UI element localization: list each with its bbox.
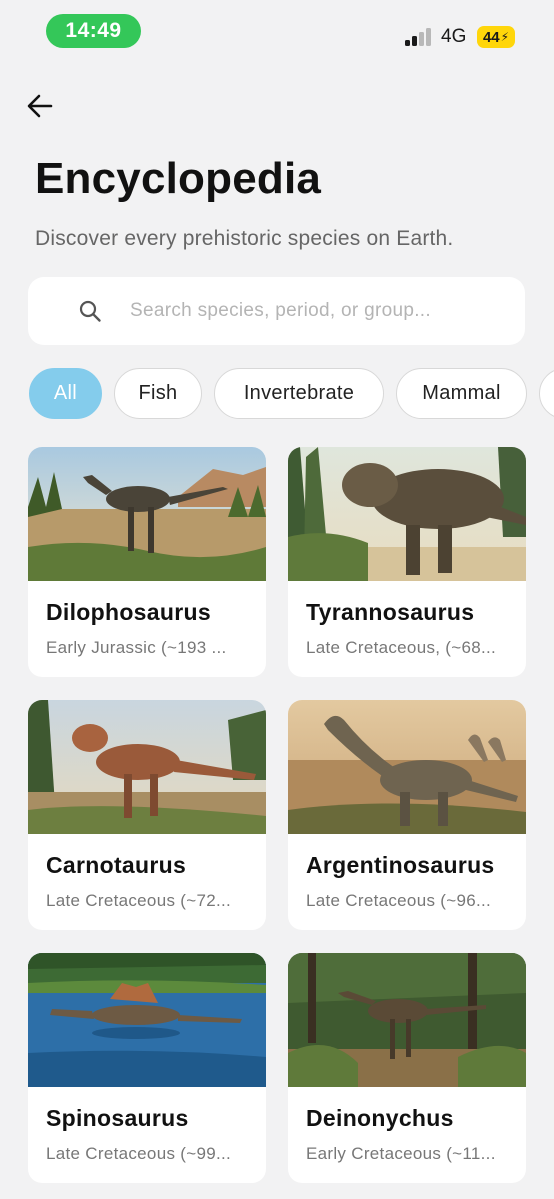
filter-chip-invertebrate[interactable]: Invertebrate (214, 368, 384, 419)
species-card-spinosaurus[interactable]: Spinosaurus Late Cretaceous (~99... (28, 953, 266, 1183)
filter-chip-all[interactable]: All (29, 368, 102, 419)
species-image (28, 953, 266, 1087)
back-button[interactable] (22, 88, 58, 124)
species-period: Late Cretaceous (~96... (306, 891, 492, 910)
species-card-argentinosaurus[interactable]: Argentinosaurus Late Cretaceous (~96... (288, 700, 526, 930)
signal-icon (405, 28, 435, 46)
species-period: Early Jurassic (~193 ... (46, 638, 227, 657)
status-bar: 14:49 4G 44 ⚡ (0, 0, 554, 64)
search-bar[interactable] (28, 277, 525, 345)
species-image (28, 447, 266, 581)
species-name: Tyrannosaurus (306, 599, 475, 625)
species-name: Carnotaurus (46, 852, 187, 878)
species-period: Early Cretaceous (~11... (306, 1144, 496, 1163)
charging-icon: ⚡ (500, 30, 510, 44)
filter-chip-more[interactable] (539, 368, 554, 419)
species-card-tyrannosaurus[interactable]: Tyrannosaurus Late Cretaceous, (~68... (288, 447, 526, 677)
search-input[interactable] (130, 291, 510, 331)
species-name: Dilophosaurus (46, 599, 211, 625)
page-subtitle: Discover every prehistoric species on Ea… (35, 227, 454, 250)
species-card-deinonychus[interactable]: Deinonychus Early Cretaceous (~11... (288, 953, 526, 1183)
species-image (288, 447, 526, 581)
species-card-dilophosaurus[interactable]: Dilophosaurus Early Jurassic (~193 ... (28, 447, 266, 677)
species-image (288, 700, 526, 834)
search-icon (79, 300, 101, 322)
arrow-left-icon (27, 94, 53, 118)
network-type: 4G (441, 26, 467, 47)
status-time: 14:49 (46, 14, 141, 48)
species-card-carnotaurus[interactable]: Carnotaurus Late Cretaceous (~72... (28, 700, 266, 930)
filter-chip-fish[interactable]: Fish (114, 368, 202, 419)
page-title: Encyclopedia (35, 154, 322, 203)
species-image (288, 953, 526, 1087)
species-name: Spinosaurus (46, 1105, 189, 1131)
encyclopedia-screen: 14:49 4G 44 ⚡ Encyclopedia Discover every… (0, 0, 554, 1199)
species-image (28, 700, 266, 834)
battery-level: 44 (482, 28, 500, 46)
filter-chip-mammal[interactable]: Mammal (396, 368, 527, 419)
species-period: Late Cretaceous, (~68... (306, 638, 497, 657)
species-period: Late Cretaceous (~99... (46, 1144, 232, 1163)
species-period: Late Cretaceous (~72... (46, 891, 232, 910)
battery-icon: 44 ⚡ (477, 26, 515, 48)
species-name: Deinonychus (306, 1105, 454, 1131)
species-name: Argentinosaurus (306, 852, 495, 878)
